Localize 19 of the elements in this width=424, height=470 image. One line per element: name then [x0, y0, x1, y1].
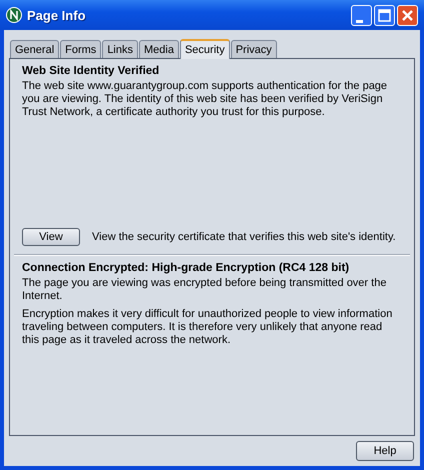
maximize-button[interactable] — [374, 4, 395, 26]
view-button[interactable]: View — [22, 228, 80, 246]
tab[interactable]: Security — [180, 39, 230, 59]
tab[interactable]: General — [10, 40, 60, 58]
window-title: Page Info — [27, 8, 87, 22]
tab[interactable]: Privacy — [230, 40, 277, 58]
encryption-description: The page you are viewing was encrypted before being transmitted over the Internet. — [22, 277, 388, 303]
tab[interactable]: Media — [139, 40, 179, 58]
view-note: View the security certificate that verifies this web site's identity. — [92, 231, 396, 243]
encryption-description: Encryption makes it very difficult for unauthorized people to view information traveling between computers. It is therefore very unlikely that anyone read this page as it traveled across the network. — [22, 308, 394, 347]
minimize-icon — [356, 20, 363, 22]
section-heading: Connection Encrypted: High-grade Encryption (RC4 128 bit) — [22, 262, 350, 274]
help-button[interactable]: Help — [356, 441, 414, 461]
close-button[interactable] — [397, 4, 418, 26]
tab[interactable]: Links — [102, 40, 138, 58]
tab[interactable]: Forms — [60, 40, 102, 58]
section-heading: Web Site Identity Verified — [22, 65, 160, 77]
identity-description: The web site www.guarantygroup.com supports authentication for the page you are viewing. The identity of this web site has been verified by VeriSign Trust Network, a certificate authority you trust for this purpose. — [22, 80, 388, 119]
minimize-button[interactable] — [351, 4, 372, 26]
